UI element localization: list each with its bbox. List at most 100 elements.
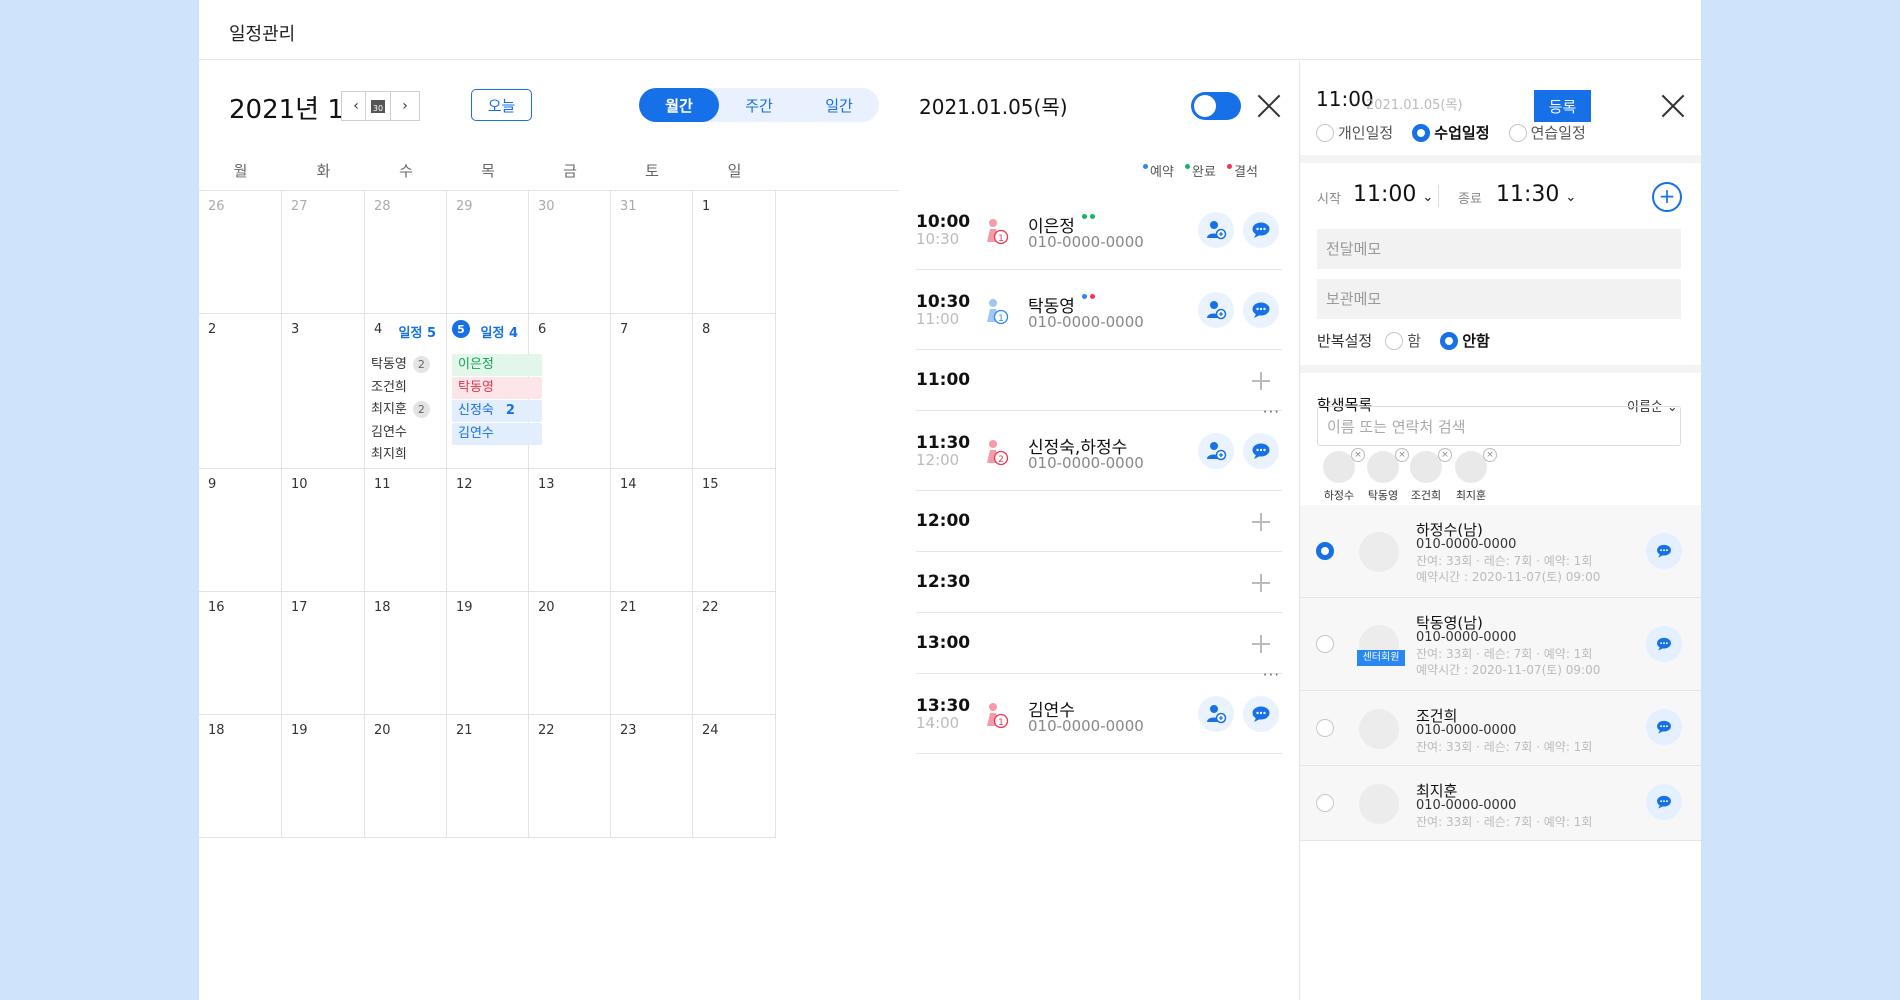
day-cell[interactable]: 10 xyxy=(282,469,365,592)
message-button[interactable] xyxy=(1243,433,1279,469)
today-button[interactable]: 오늘 xyxy=(471,89,532,121)
student-search-input[interactable]: 이름 또는 연락처 검색 xyxy=(1317,406,1681,446)
day-cell[interactable]: 12 xyxy=(447,469,529,592)
radio-practice[interactable]: 연습일정 xyxy=(1508,122,1586,142)
day-cell[interactable]: 29 xyxy=(447,191,529,314)
day-cell[interactable]: 20 xyxy=(365,715,447,838)
message-button[interactable] xyxy=(1646,626,1682,662)
day-cell[interactable]: 3 xyxy=(282,314,365,469)
radio-lesson[interactable]: 수업일정 xyxy=(1412,122,1490,142)
student-row[interactable]: 최지훈 010-0000-0000 잔여: 33회 · 레슨: 7회 · 예약: 1… xyxy=(1300,766,1701,841)
student-phone: 010-0000-0000 xyxy=(1028,717,1144,735)
time-slot[interactable]: 13:00 xyxy=(916,613,1282,674)
close-icon[interactable] xyxy=(1257,94,1281,118)
storage-memo-field[interactable]: 보관메모 xyxy=(1317,279,1681,319)
day-cell[interactable]: 11 xyxy=(365,469,447,592)
end-label: 종료 xyxy=(1458,192,1482,207)
day-number: 17 xyxy=(291,600,308,615)
day-cell[interactable]: 2 xyxy=(199,314,282,469)
radio-personal[interactable]: 개인일정 xyxy=(1316,122,1393,142)
day-cell[interactable]: 9 xyxy=(199,469,282,592)
day-cell[interactable]: 31 xyxy=(611,191,693,314)
weekday-label: 월 xyxy=(233,162,248,180)
day-number: 3 xyxy=(291,322,300,337)
day-cell[interactable]: 1 xyxy=(693,191,776,314)
more-options-icon[interactable]: ··· xyxy=(1263,403,1280,421)
day-cell[interactable]: 28 xyxy=(365,191,447,314)
view-toggle[interactable] xyxy=(1191,92,1241,120)
day-cell[interactable]: 4 일정 5 탁동영 2 조건희 최지훈 2 김연수 최지희 xyxy=(365,314,447,469)
more-options-icon[interactable]: ··· xyxy=(1263,666,1280,684)
next-month-button[interactable]: › xyxy=(390,91,420,121)
time-slot[interactable]: 11:00 xyxy=(916,350,1282,411)
message-button[interactable] xyxy=(1646,709,1682,745)
message-button[interactable] xyxy=(1243,212,1279,248)
day-cell[interactable]: 15 xyxy=(693,469,776,592)
attendance-button[interactable] xyxy=(1198,212,1234,248)
day-cell[interactable]: 16 xyxy=(199,592,282,715)
day-cell[interactable]: 18 xyxy=(365,592,447,715)
start-time-select[interactable]: 11:00 ⌄ xyxy=(1353,182,1433,207)
day-cell[interactable]: 26 xyxy=(199,191,282,314)
delivery-memo-field[interactable]: 전달메모 xyxy=(1317,229,1681,269)
student-row[interactable]: 조건희 010-0000-0000 잔여: 33회 · 레슨: 7회 · 예약: 1… xyxy=(1300,691,1701,766)
day-cell[interactable]: 17 xyxy=(282,592,365,715)
student-row[interactable]: 센터회원 탁동영(남) 010-0000-0000 잔여: 33회 · 레슨: 7회 … xyxy=(1300,598,1701,691)
calendar-event[interactable]: 최지훈 2 xyxy=(371,399,430,421)
add-schedule-icon[interactable] xyxy=(1252,371,1270,390)
add-schedule-icon[interactable] xyxy=(1252,634,1270,653)
day-cell[interactable]: 23 xyxy=(611,715,693,838)
student-select-radio[interactable] xyxy=(1316,635,1334,653)
day-cell[interactable]: 21 xyxy=(611,592,693,715)
day-cell[interactable]: 20 xyxy=(529,592,611,715)
add-time-icon[interactable]: + xyxy=(1652,182,1682,212)
register-button[interactable]: 등록 xyxy=(1534,90,1591,122)
day-cell[interactable]: 5 일정 4 이은정 탁동영 신정숙 2 김연수 xyxy=(447,314,542,469)
day-cell[interactable]: 22 xyxy=(529,715,611,838)
day-cell[interactable]: 19 xyxy=(282,715,365,838)
day-cell[interactable]: 30 xyxy=(529,191,611,314)
attendance-button[interactable] xyxy=(1198,433,1234,469)
legend-dot xyxy=(1227,164,1232,169)
day-cell[interactable]: 21 xyxy=(447,715,529,838)
day-cell[interactable]: 14 xyxy=(611,469,693,592)
tab-monthly[interactable]: 월간 xyxy=(639,88,719,122)
message-button[interactable] xyxy=(1646,533,1682,569)
add-schedule-icon[interactable] xyxy=(1252,512,1270,531)
repeat-off-radio[interactable]: 안함 xyxy=(1440,330,1490,350)
student-select-radio[interactable] xyxy=(1316,794,1334,812)
message-button[interactable] xyxy=(1243,696,1279,732)
calendar-picker-button[interactable]: 30 xyxy=(365,91,391,121)
remove-chip-icon[interactable]: × xyxy=(1483,448,1497,462)
time-slot[interactable]: 12:00 xyxy=(916,491,1282,552)
slot-time: 12:00 xyxy=(916,510,971,531)
day-cell[interactable]: 18 xyxy=(199,715,282,838)
calendar-event[interactable]: 조건희 xyxy=(371,377,407,399)
day-cell[interactable]: 6 xyxy=(529,314,611,469)
student-select-radio[interactable] xyxy=(1316,542,1334,560)
attendance-button[interactable] xyxy=(1198,696,1234,732)
day-cell[interactable]: 27 xyxy=(282,191,365,314)
message-button[interactable] xyxy=(1646,784,1682,820)
student-row[interactable]: 하정수(남) 010-0000-0000 잔여: 33회 · 레슨: 7회 · 예약… xyxy=(1300,505,1701,598)
calendar-event[interactable]: 탁동영 2 xyxy=(371,354,430,376)
panel-close-icon[interactable] xyxy=(1661,94,1685,118)
student-select-radio[interactable] xyxy=(1316,719,1334,737)
calendar-event[interactable]: 김연수 xyxy=(371,422,407,444)
repeat-on-radio[interactable]: 함 xyxy=(1385,330,1421,350)
message-button[interactable] xyxy=(1243,292,1279,328)
end-time-select[interactable]: 11:30 ⌄ xyxy=(1496,182,1576,207)
tab-daily[interactable]: 일간 xyxy=(799,88,879,122)
slot-end-time: 11:00 xyxy=(916,310,960,328)
day-cell[interactable]: 8 xyxy=(693,314,776,469)
day-cell[interactable]: 19 xyxy=(447,592,529,715)
day-cell[interactable]: 22 xyxy=(693,592,776,715)
time-slot[interactable]: 12:30 xyxy=(916,552,1282,613)
calendar-event[interactable]: 최지희 xyxy=(371,444,407,466)
day-cell[interactable]: 7 xyxy=(611,314,693,469)
add-schedule-icon[interactable] xyxy=(1252,573,1270,592)
day-cell[interactable]: 24 xyxy=(693,715,776,838)
tab-weekly[interactable]: 주간 xyxy=(719,88,799,122)
attendance-button[interactable] xyxy=(1198,292,1234,328)
day-cell[interactable]: 13 xyxy=(529,469,611,592)
